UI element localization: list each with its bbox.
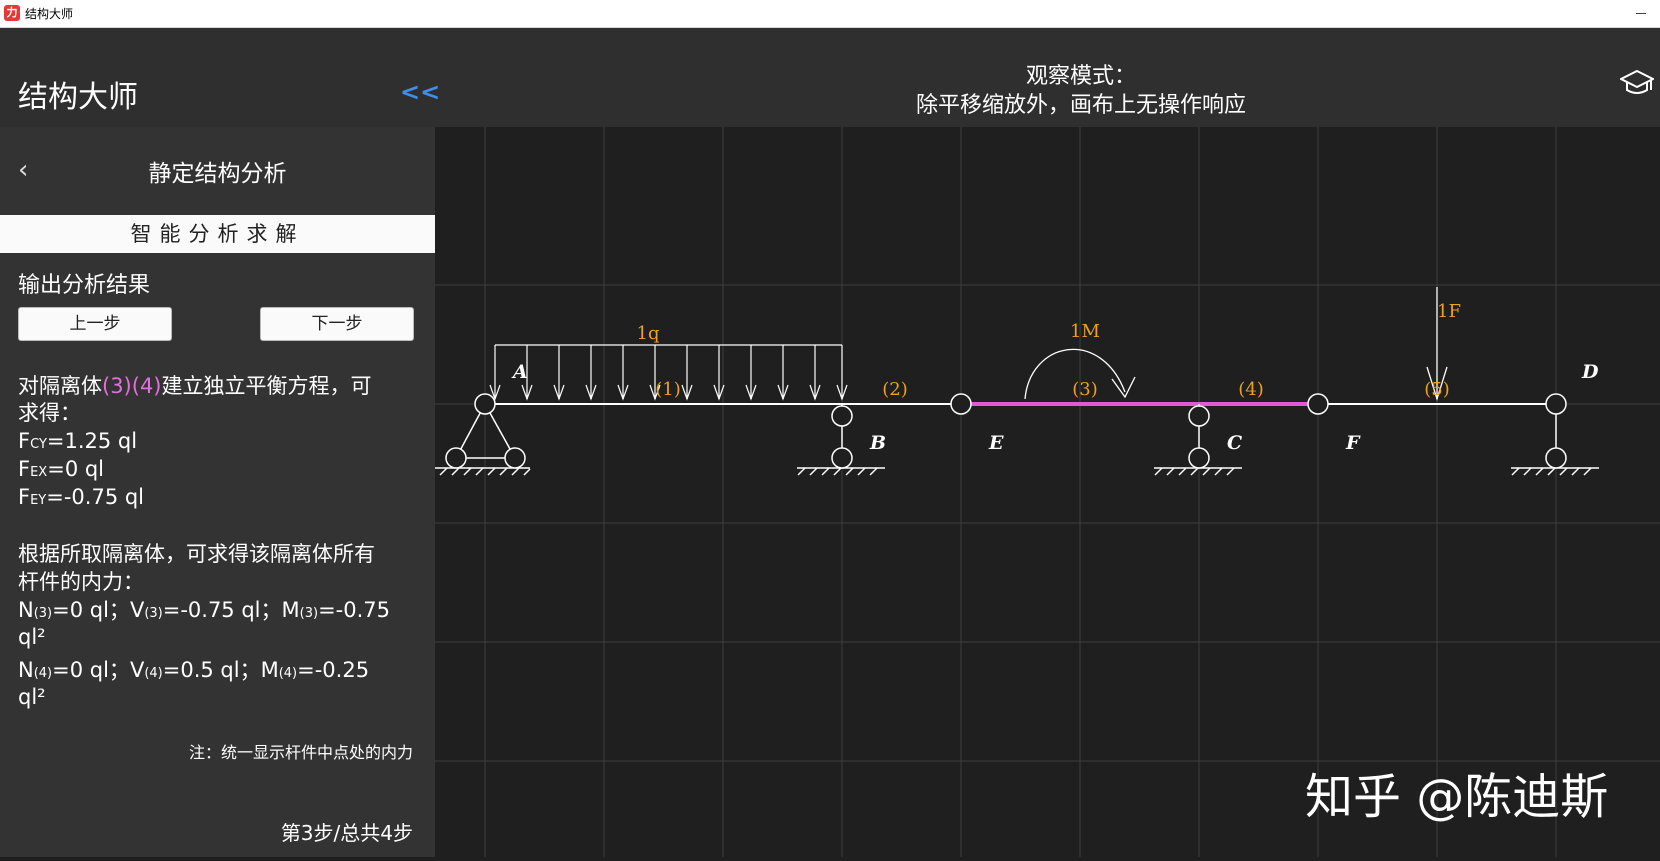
node-label: F — [1345, 432, 1361, 454]
app-header: 结构大师 << 观察模式： 除平移缩放外，画布上无操作响应 — [0, 28, 1660, 127]
panel-title: 静定结构分析 — [148, 161, 287, 187]
node-labels: A B E C F D — [511, 361, 1599, 454]
equation-intro-cont: 求得： — [18, 401, 81, 425]
smart-solve-button[interactable]: 智能分析求解 — [0, 215, 435, 253]
result-fey: FEY=-0.75 ql — [18, 485, 145, 509]
member-4-forces: N(4)=0 ql；V(4)=0.5 ql；M(4)=-0.25 — [18, 658, 370, 682]
node-label: D — [1581, 361, 1599, 383]
load-m-label: 1M — [1070, 321, 1100, 342]
member-4-forces-cont: ql² — [18, 685, 46, 709]
app-icon: 力 — [4, 5, 20, 21]
grid — [435, 127, 1660, 857]
node-label: B — [869, 432, 886, 454]
node-label: E — [988, 432, 1004, 454]
member-label: (1) — [655, 379, 681, 400]
mode-title: 观察模式： — [1025, 64, 1136, 89]
load-q-label: 1q — [637, 323, 660, 344]
member-label: (2) — [882, 379, 908, 400]
internal-force-intro-cont: 杆件的内力： — [18, 570, 144, 594]
node-label: A — [511, 361, 528, 383]
member-label: (5) — [1424, 379, 1450, 400]
mode-description: 除平移缩放外，画布上无操作响应 — [915, 93, 1246, 118]
next-step-button[interactable]: 下一步 — [260, 307, 414, 341]
window-title: 结构大师 — [25, 7, 74, 21]
internal-force-intro: 根据所取隔离体，可求得该隔离体所有 — [18, 542, 375, 566]
previous-step-button[interactable]: 上一步 — [18, 307, 172, 341]
member-3-forces: N(3)=0 ql；V(3)=-0.75 ql；M(3)=-0.75 — [18, 598, 390, 622]
window-titlebar: 力 结构大师 — [0, 0, 1660, 28]
equation-intro-line: 对隔离体(3)(4)建立独立平衡方程，可 — [18, 374, 372, 398]
load-labels: 1q 1M 1F (1) (2) (3) (4) (5) — [637, 301, 1461, 400]
graduation-cap-icon[interactable] — [1620, 68, 1654, 98]
structure-diagram: 1q 1M 1F (1) (2) (3) (4) (5) A B E C F D — [435, 127, 1660, 857]
sidebar-panel: ‹ 静定结构分析 智能分析求解 输出分析结果 上一步 下一步 对隔离体(3)(4… — [0, 127, 435, 857]
member-label: (4) — [1238, 379, 1264, 400]
support-a — [435, 403, 531, 476]
output-results-label: 输出分析结果 — [18, 273, 151, 298]
note-text: 注：统一显示杆件中点处的内力 — [188, 743, 413, 762]
node-label: C — [1227, 432, 1242, 454]
app-title: 结构大师 — [18, 80, 138, 115]
structure-canvas[interactable]: 1q 1M 1F (1) (2) (3) (4) (5) A B E C F D — [435, 127, 1660, 857]
step-counter: 第3步/总共4步 — [280, 821, 413, 845]
load-f-label: 1F — [1437, 301, 1461, 322]
minimize-icon[interactable] — [1636, 13, 1646, 14]
watermark: 知乎 @陈迪斯 — [1305, 769, 1609, 825]
member-3-forces-cont: ql² — [18, 625, 46, 649]
free-body-highlight: (3)(4) — [102, 374, 162, 398]
member-label: (3) — [1072, 379, 1098, 400]
